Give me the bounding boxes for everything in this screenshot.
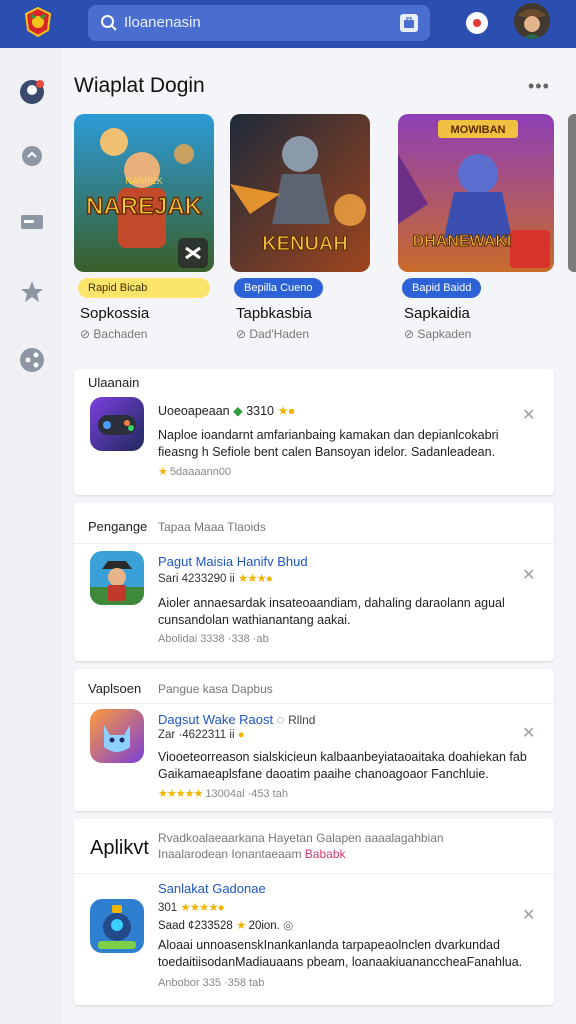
game-cover-image[interactable]: MOWIBAN DHANEWAKI bbox=[398, 114, 554, 272]
feature-badge: Bepilla Cueno bbox=[234, 278, 323, 298]
star-icon[interactable] bbox=[18, 278, 46, 306]
close-icon[interactable]: ✕ bbox=[522, 905, 535, 925]
card-heading-sub: Tapaa Maaa Tlaoids bbox=[158, 520, 266, 534]
avatar[interactable] bbox=[514, 3, 550, 39]
app-logo-icon[interactable] bbox=[22, 6, 54, 38]
app-description: Aioler annaesardak insateoaandiam, dahal… bbox=[158, 596, 505, 627]
card-heading: Aplikvt bbox=[90, 837, 149, 859]
app-rating-line: Zar ·4622311 ii ● bbox=[158, 729, 245, 741]
app-rating-line: Sari 4233290 ii ★★★● bbox=[158, 573, 273, 585]
more-options-icon[interactable]: ••• bbox=[528, 76, 550, 97]
feature-badge: Rapid Bicab bbox=[78, 278, 210, 298]
app-meta-line: Saad ¢233528 ★ 20ion. ◎ bbox=[158, 920, 294, 932]
card-heading: Vaplsoen bbox=[88, 681, 142, 696]
close-icon[interactable]: ✕ bbox=[522, 723, 535, 743]
cover-banner-text: NARREK bbox=[125, 176, 163, 186]
game-title: Tapbkasbia bbox=[236, 305, 312, 322]
app-description: Naploe ioandarnt amfarianbaing kamakan d… bbox=[158, 428, 499, 459]
cover-banner-text: MOWIBAN bbox=[451, 124, 506, 136]
app-title-link[interactable]: Sanlakat Gadonae bbox=[158, 881, 266, 896]
app-rating: ★ 5daaaann00 bbox=[158, 466, 232, 478]
search-icon bbox=[100, 14, 118, 32]
app-icon-robot[interactable] bbox=[90, 899, 144, 953]
game-title: Sopkossia bbox=[80, 305, 150, 322]
card-heading: Pengange bbox=[88, 519, 148, 534]
side-nav-rail bbox=[0, 48, 62, 1024]
game-subtitle: ⊘ Dad'Haden bbox=[236, 327, 310, 341]
share-icon[interactable] bbox=[18, 346, 46, 374]
app-title-link[interactable]: Pagut Maisia Hanifv Bhud bbox=[158, 554, 308, 569]
game-subtitle: ⊘ Sapkaden bbox=[404, 327, 472, 341]
next-card-peek[interactable] bbox=[568, 114, 576, 272]
app-rating: ★★★★★ 13004al ·453 tah bbox=[158, 788, 288, 800]
game-title: Sapkaidia bbox=[404, 305, 470, 322]
notification-icon[interactable] bbox=[466, 12, 488, 34]
card-heading-sub: Pangue kasa Dapbus bbox=[158, 682, 273, 696]
app-meta: Abolidai 3338 ·338 ·ab bbox=[158, 633, 269, 645]
app-icon-pirate[interactable] bbox=[90, 551, 144, 605]
recommendation-card: Ulaanain Uoeoapeaan ◆ 3310 ★● Naploe ioa… bbox=[74, 369, 554, 495]
cover-title-text: DHANEWAKI bbox=[413, 233, 512, 250]
game-subtitle: ⊘ Bachaden bbox=[80, 327, 148, 341]
close-icon[interactable]: ✕ bbox=[522, 405, 535, 425]
history-icon[interactable] bbox=[18, 142, 46, 170]
app-description: Aloaai unnoasenskInankanlanda tarpapeaol… bbox=[158, 938, 523, 969]
divider bbox=[74, 543, 554, 544]
game-cover-image[interactable]: KENUAH bbox=[230, 114, 370, 272]
section-title: Wiaplat Dogin bbox=[74, 74, 205, 97]
briefcase-icon[interactable] bbox=[400, 14, 418, 32]
search-input[interactable]: Iloanenasin bbox=[124, 14, 201, 31]
divider bbox=[74, 703, 554, 704]
cover-title-text: KENUAH bbox=[262, 233, 348, 255]
app-icon-gamepad[interactable] bbox=[90, 397, 144, 451]
card-heading: Ulaanain bbox=[88, 375, 140, 390]
app-meta: Anbobor 335 ·358 tab bbox=[158, 977, 265, 989]
app-icon-cat[interactable] bbox=[90, 709, 144, 763]
divider bbox=[74, 873, 554, 874]
ticket-icon[interactable] bbox=[18, 208, 46, 236]
app-title-line: Uoeoapeaan ◆ 3310 ★● bbox=[158, 404, 296, 418]
app-description: Viooeteorreason sialskicieun kalbaanbeyi… bbox=[158, 750, 527, 781]
search-bar[interactable]: Iloanenasin bbox=[88, 5, 430, 41]
app-rating-line: 301 ★★★★● bbox=[158, 902, 225, 914]
kids-icon[interactable] bbox=[18, 78, 46, 106]
app-title-line[interactable]: Dagsut Wake Raost ◌ Rllnd bbox=[158, 712, 315, 727]
top-app-bar: Iloanenasin bbox=[0, 0, 576, 48]
card-heading-sub: Rvadkoalaeaarkana Hayetan Galapen aaaala… bbox=[158, 831, 444, 845]
cover-title-text: NAREJAK bbox=[86, 193, 203, 220]
recommendation-card: Vaplsoen Pangue kasa Dapbus Dagsut Wake … bbox=[74, 669, 554, 811]
feature-badge: Bapid Baidd bbox=[402, 278, 482, 298]
card-heading-sub-2: Inaalarodean Ionantaeaam Bababk bbox=[158, 847, 346, 861]
game-cover-image[interactable]: NAREJAK NARREK bbox=[74, 114, 214, 272]
close-icon[interactable]: ✕ bbox=[522, 565, 535, 585]
recommendation-card: Pengange Tapaa Maaa Tlaoids Pagut Maisia… bbox=[74, 503, 554, 661]
recommendation-card: Aplikvt Rvadkoalaeaarkana Hayetan Galape… bbox=[74, 819, 554, 1005]
